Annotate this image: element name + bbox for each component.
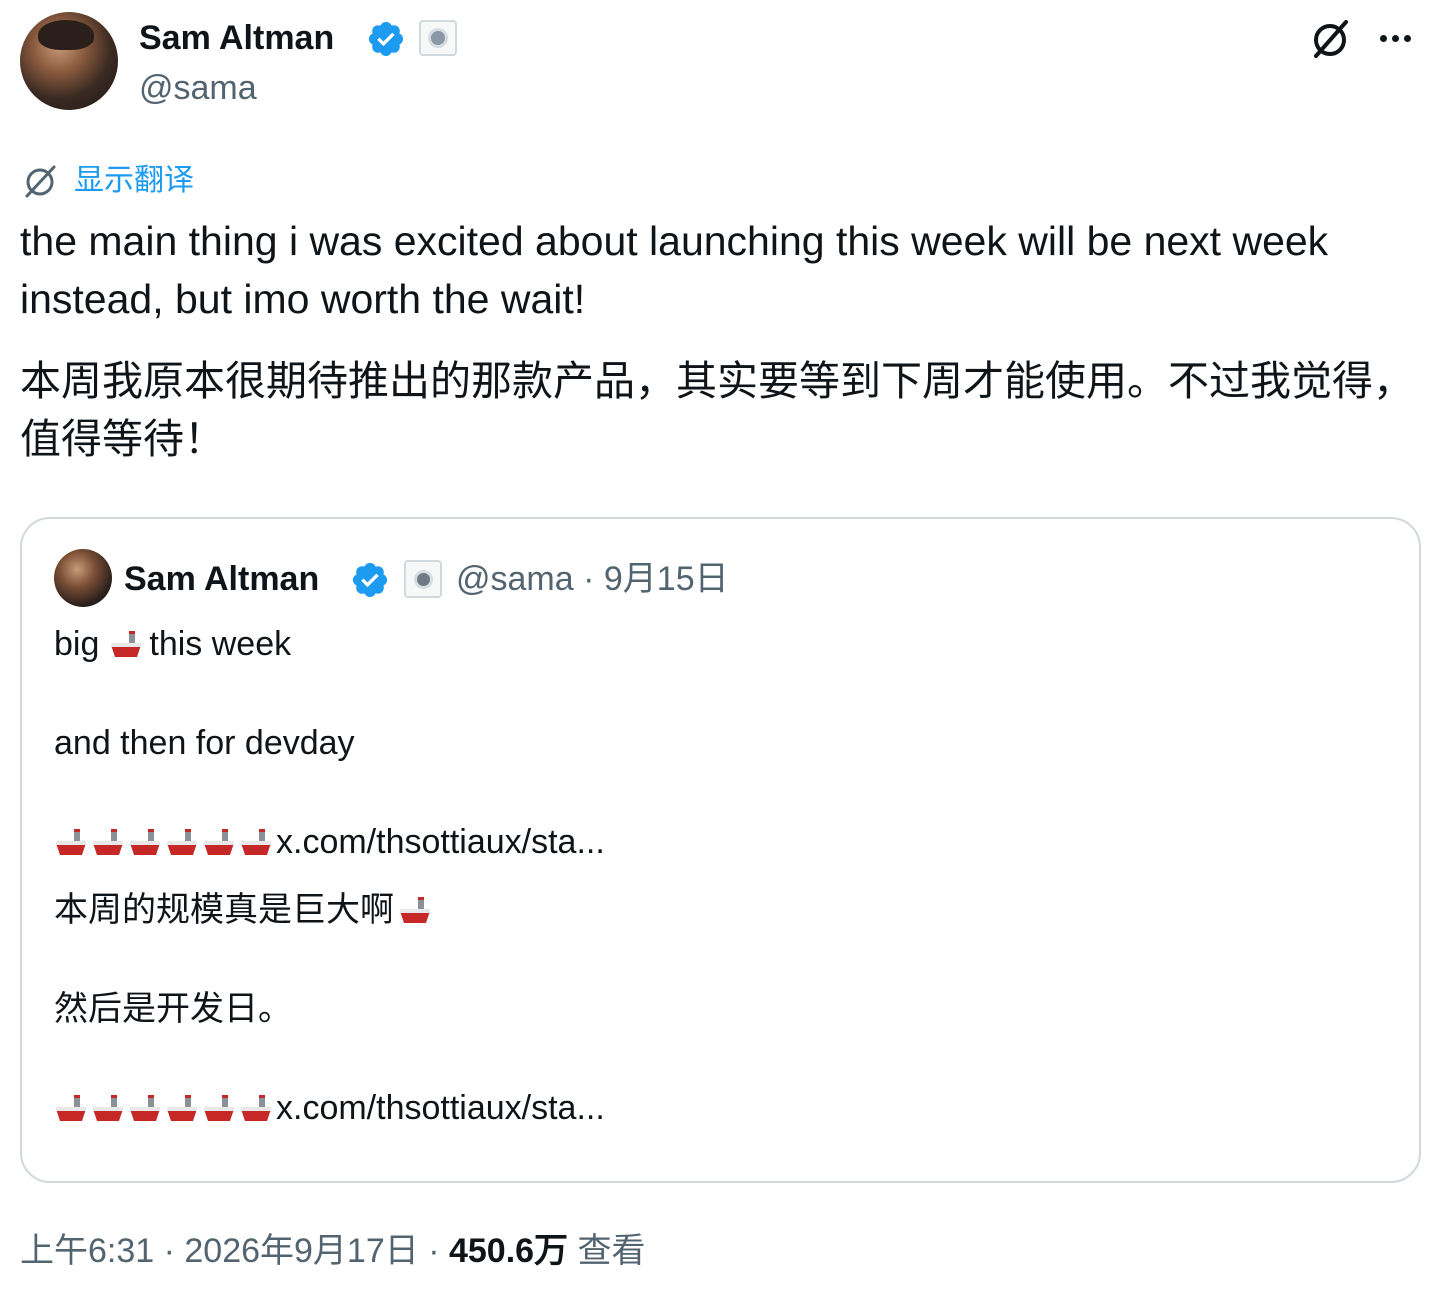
quoted-line-4-zh: 然后是开发日。 xyxy=(54,990,292,1028)
ship-emoji-row-icon xyxy=(54,1091,276,1125)
quoted-line-1: big this week xyxy=(54,621,291,667)
author-avatar[interactable] xyxy=(20,12,118,110)
quoted-affiliation-badge-icon xyxy=(404,560,442,598)
quoted-line-1-end: this week xyxy=(149,625,292,663)
quoted-tweet-card[interactable]: Sam Altman @sama · 9月15日 big this week a… xyxy=(20,517,1421,1183)
quoted-author-avatar xyxy=(54,549,112,607)
affiliation-badge-icon[interactable] xyxy=(419,20,457,56)
quoted-link-1[interactable]: x.com/thsottiaux/sta... xyxy=(276,819,605,865)
author-name[interactable]: Sam Altman xyxy=(139,18,334,58)
quoted-handle-date: @sama · 9月15日 xyxy=(456,560,729,598)
quoted-line-1-start: big xyxy=(54,625,100,663)
quoted-line-3-zh: 本周的规模真是巨大啊 xyxy=(54,887,435,933)
author-handle[interactable]: @sama xyxy=(139,68,257,108)
verified-badge-icon xyxy=(368,21,404,57)
quoted-link-2[interactable]: x.com/thsottiaux/sta... xyxy=(276,1085,605,1131)
quoted-line-3-zh-text: 本周的规模真是巨大啊 xyxy=(54,891,394,929)
show-translation-link[interactable]: 显示翻译 xyxy=(74,162,194,200)
quoted-line-2: and then for devday xyxy=(54,724,355,762)
tweet-timestamp[interactable]: 上午6:31 · 2026年9月17日 · xyxy=(20,1232,449,1270)
grok-translate-icon xyxy=(25,165,56,198)
ship-emoji-icon xyxy=(400,897,430,923)
views-count: 450.6万 xyxy=(448,1232,569,1270)
ship-emoji-icon xyxy=(111,631,142,657)
ship-emoji-row-icon xyxy=(54,825,276,859)
quoted-verified-badge-icon xyxy=(352,562,388,598)
translate-row[interactable]: 显示翻译 xyxy=(22,162,194,200)
tweet-text-english: the main thing i was excited about launc… xyxy=(20,218,1329,322)
tweet-text-chinese: 本周我原本很期待推出的那款产品，其实要等到下周才能使用。不过我觉得，值得等待！ xyxy=(20,358,1414,462)
quoted-ships-link-row-1: x.com/thsottiaux/sta... xyxy=(54,819,605,865)
tweet-timestamp-views: 上午6:31 · 2026年9月17日 · 450.6万 查看 xyxy=(20,1226,646,1276)
more-options-icon[interactable] xyxy=(1380,24,1420,52)
grok-icon[interactable] xyxy=(1308,16,1354,62)
quoted-ships-link-row-2: x.com/thsottiaux/sta... xyxy=(54,1085,605,1131)
quoted-author-name: Sam Altman xyxy=(124,560,320,598)
views-label: 查看 xyxy=(568,1232,646,1270)
